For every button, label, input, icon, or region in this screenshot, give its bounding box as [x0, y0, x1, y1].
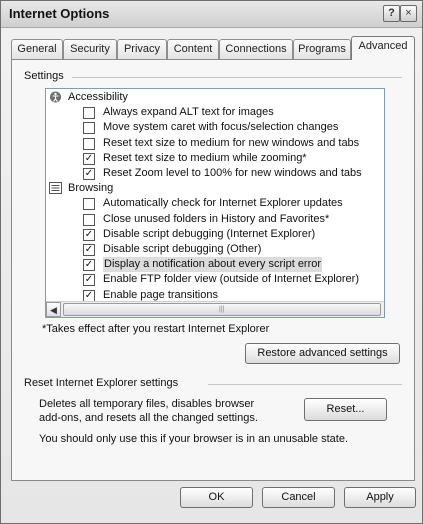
checkmark-icon[interactable]: ✓ [83, 228, 95, 241]
reset-group-divider [208, 384, 402, 385]
settings-checkbox[interactable] [83, 198, 95, 211]
checkmark-icon[interactable]: ✓ [83, 259, 95, 272]
advanced-tab-panel: Settings Accessibility Always expand ALT … [11, 59, 415, 481]
cancel-button[interactable]: Cancel [262, 487, 335, 508]
tab-advanced[interactable]: Advanced [351, 36, 415, 60]
accessibility-icon [49, 91, 62, 103]
reset-group-label: Reset Internet Explorer settings [24, 377, 179, 389]
settings-item-label: Reset text size to medium while zooming* [103, 151, 307, 164]
internet-options-dialog: Internet Options ? × General Security Pr… [0, 0, 423, 524]
tab-privacy[interactable]: Privacy [117, 39, 167, 59]
settings-item-label: Automatically check for Internet Explore… [103, 197, 343, 210]
reset-warning: You should only use this if your browser… [39, 433, 348, 445]
checkmark-icon[interactable]: ✓ [83, 289, 95, 302]
settings-item-label: Disable script debugging (Other) [103, 243, 262, 255]
checkmark-icon[interactable]: ✓ [83, 244, 95, 256]
settings-item-label: Move system caret with focus/selection c… [103, 121, 339, 134]
settings-item-label: Disable script debugging (Internet Explo… [103, 227, 316, 240]
help-button[interactable]: ? [383, 5, 400, 22]
horizontal-scrollbar[interactable]: ◀ ||| ▶ [46, 301, 385, 317]
settings-list[interactable]: Accessibility Always expand ALT text for … [45, 88, 385, 318]
tab-connections[interactable]: Connections [219, 39, 293, 59]
scroll-left-button[interactable]: ◀ [46, 302, 61, 317]
settings-group-label: Settings [24, 70, 64, 82]
browsing-icon [49, 182, 62, 195]
settings-item-label: Reset text size to medium for new window… [103, 136, 360, 149]
tab-content[interactable]: Content [167, 39, 219, 59]
tab-programs[interactable]: Programs [293, 39, 351, 59]
reset-description-line2: add-ons, and resets all the changed sett… [39, 412, 258, 424]
settings-item-label: Accessibility [68, 91, 128, 103]
scroll-right-button[interactable]: ▶ [384, 302, 385, 317]
settings-checkbox[interactable] [83, 107, 95, 120]
title-bar[interactable]: Internet Options ? × [1, 1, 422, 28]
settings-item-label: Close unused folders in History and Favo… [103, 212, 330, 225]
settings-checkbox[interactable] [83, 213, 95, 226]
restore-advanced-settings-button[interactable]: Restore advanced settings [245, 343, 400, 364]
restart-note: *Takes effect after you restart Internet… [42, 323, 270, 335]
settings-group-divider [72, 77, 402, 78]
settings-item-label: Reset Zoom level to 100% for new windows… [103, 167, 362, 179]
settings-checkbox[interactable] [83, 137, 95, 150]
close-button[interactable]: × [400, 5, 417, 22]
apply-button[interactable]: Apply [344, 487, 416, 508]
ok-button[interactable]: OK [180, 487, 253, 508]
checkmark-icon[interactable]: ✓ [83, 168, 95, 180]
settings-item-label: Enable FTP folder view (outside of Inter… [103, 273, 359, 286]
settings-checkbox[interactable] [83, 122, 95, 135]
settings-item-label: Browsing [68, 182, 114, 195]
settings-item-label: Always expand ALT text for images [103, 106, 274, 119]
tab-strip: General Security Privacy Content Connect… [11, 36, 415, 60]
settings-item-label: Display a notification about every scrip… [103, 257, 323, 273]
horizontal-scroll-thumb[interactable]: ||| [63, 303, 381, 316]
reset-button[interactable]: Reset... [304, 398, 387, 421]
reset-description-line1: Deletes all temporary files, disables br… [39, 398, 255, 410]
tab-security[interactable]: Security [63, 39, 117, 59]
scroll-grip-icon: ||| [219, 306, 225, 313]
window-title: Internet Options [9, 6, 110, 21]
tab-general[interactable]: General [11, 39, 63, 59]
checkmark-icon[interactable]: ✓ [83, 274, 95, 287]
checkmark-icon[interactable]: ✓ [83, 152, 95, 165]
